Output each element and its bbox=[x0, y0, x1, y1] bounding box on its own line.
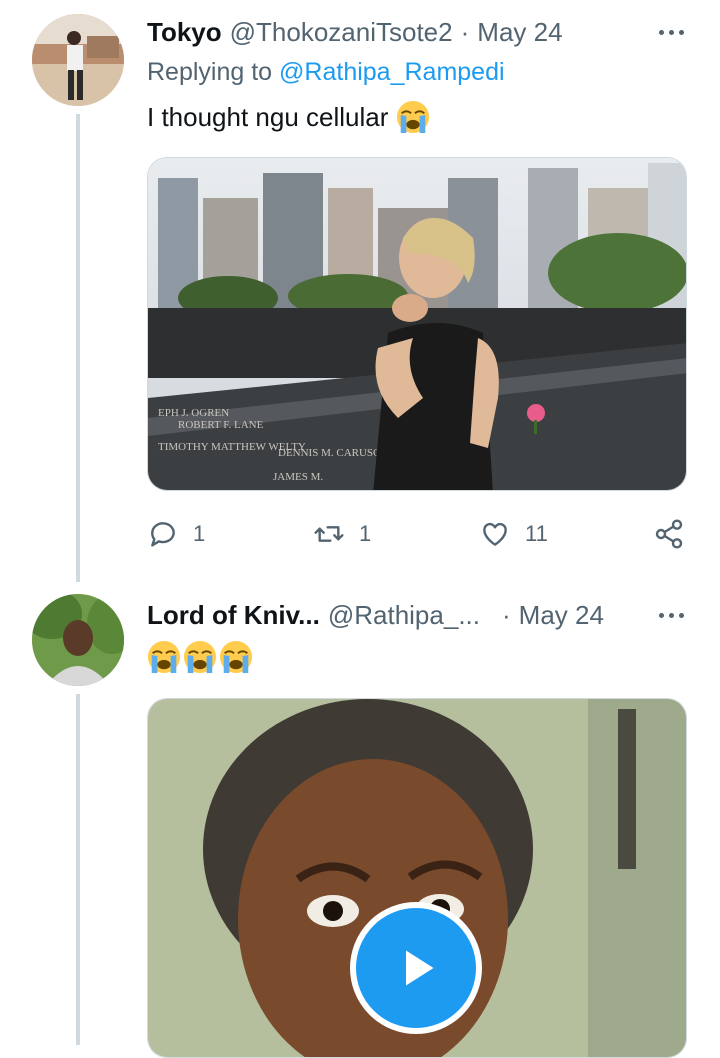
more-options-icon[interactable] bbox=[659, 597, 700, 633]
like-button[interactable]: 11 bbox=[479, 514, 548, 554]
loudly-crying-face-icon bbox=[183, 640, 217, 674]
tweet-header: Lord of Kniv... @Rathipa_... · May 24 bbox=[147, 597, 700, 633]
tweet[interactable]: Lord of Kniv... @Rathipa_... · May 24 bbox=[0, 580, 720, 1058]
retweet-icon bbox=[314, 526, 344, 542]
tweet-text bbox=[147, 640, 253, 674]
play-icon bbox=[406, 950, 434, 986]
svg-text:EPH J. OGREN: EPH J. OGREN bbox=[158, 407, 229, 419]
loudly-crying-face-icon bbox=[396, 100, 430, 134]
display-name[interactable]: Lord of Kniv... bbox=[147, 600, 320, 631]
tweet-actions: 1 1 11 bbox=[147, 514, 687, 554]
share-button[interactable] bbox=[653, 514, 685, 554]
separator: · bbox=[501, 599, 511, 630]
more-options-icon[interactable] bbox=[659, 14, 700, 50]
mention-link[interactable]: @Rathipa_Rampedi bbox=[279, 58, 505, 86]
loudly-crying-face-icon bbox=[219, 640, 253, 674]
tweet-date[interactable]: May 24 bbox=[477, 17, 562, 48]
tweet-text: I thought ngu cellular bbox=[147, 100, 430, 134]
retweet-button[interactable]: 1 bbox=[313, 514, 371, 554]
thread-line bbox=[76, 694, 80, 1045]
like-count: 11 bbox=[525, 521, 548, 546]
avatar[interactable] bbox=[32, 594, 124, 686]
tweet-photo[interactable]: EPH J. OGREN ROBERT F. LANE TIMOTHY MATT… bbox=[147, 157, 687, 491]
tweet-body: I thought ngu cellular bbox=[147, 101, 389, 132]
play-button[interactable] bbox=[350, 902, 482, 1034]
user-handle[interactable]: @Rathipa_... bbox=[328, 600, 480, 631]
reply-count: 1 bbox=[193, 521, 206, 546]
tweet[interactable]: Tokyo @ThokozaniTsote2 · May 24 Replying… bbox=[0, 0, 720, 582]
replying-to: Replying to @Rathipa_Rampedi bbox=[147, 58, 505, 87]
tweet-date[interactable]: May 24 bbox=[519, 600, 604, 631]
avatar[interactable] bbox=[32, 14, 124, 106]
svg-text:ROBERT F. LANE: ROBERT F. LANE bbox=[178, 419, 264, 431]
user-handle[interactable]: @ThokozaniTsote2 bbox=[230, 17, 453, 48]
retweet-count: 1 bbox=[359, 521, 372, 546]
svg-text:DENNIS M. CARUSO: DENNIS M. CARUSO bbox=[278, 447, 381, 459]
separator: · bbox=[460, 16, 470, 47]
svg-text:JAMES M.: JAMES M. bbox=[273, 471, 323, 483]
heart-icon bbox=[483, 522, 507, 546]
thread-line bbox=[76, 114, 80, 582]
loudly-crying-face-icon bbox=[147, 640, 181, 674]
reply-button[interactable]: 1 bbox=[147, 514, 205, 554]
reply-icon bbox=[151, 522, 175, 547]
replying-prefix: Replying to bbox=[147, 58, 273, 86]
display-name[interactable]: Tokyo bbox=[147, 17, 222, 48]
tweet-header: Tokyo @ThokozaniTsote2 · May 24 bbox=[147, 14, 700, 50]
share-icon bbox=[655, 519, 683, 549]
